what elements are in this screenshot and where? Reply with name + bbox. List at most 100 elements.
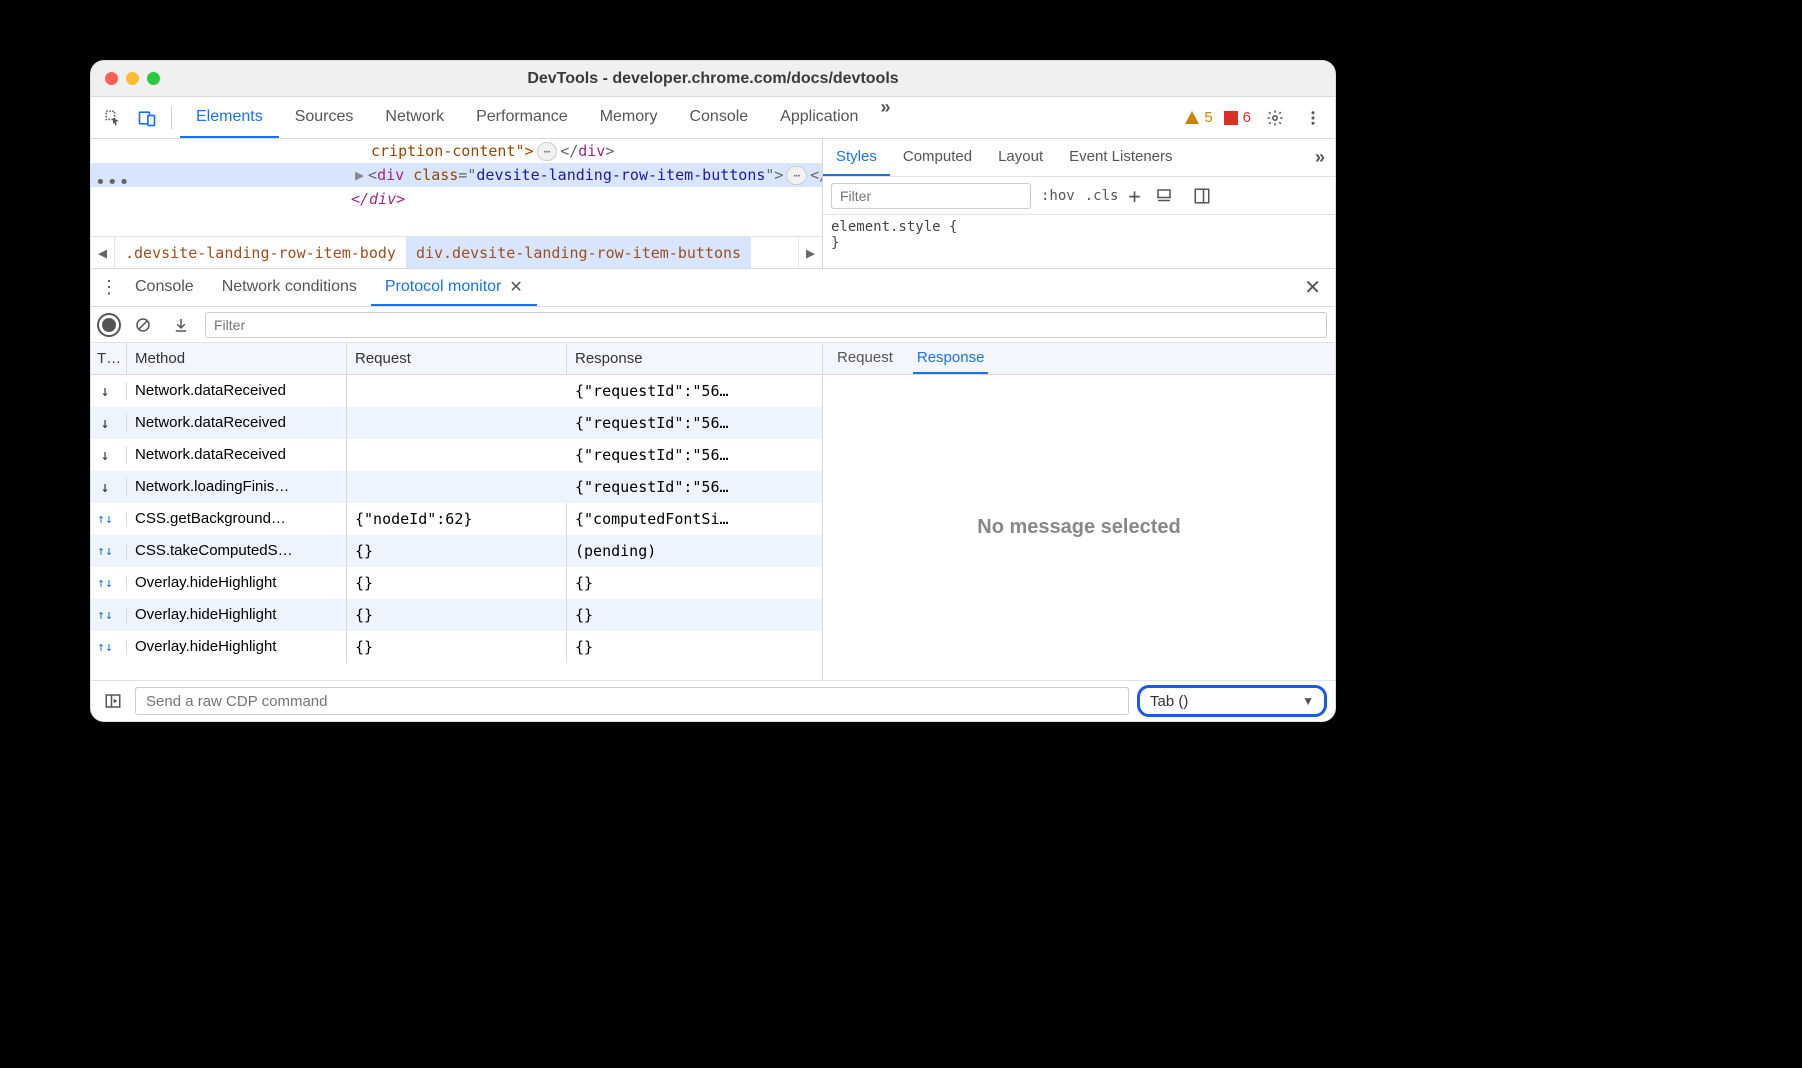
cell-response: (pending): [567, 535, 822, 567]
close-drawer-icon[interactable]: ✕: [1296, 275, 1329, 300]
drawer-more-icon[interactable]: ⋮: [97, 277, 121, 298]
expand-ellipsis-icon[interactable]: ⋯: [537, 142, 558, 162]
titlebar: DevTools - developer.chrome.com/docs/dev…: [91, 61, 1335, 97]
inspect-element-icon[interactable]: [99, 104, 127, 132]
dom-node[interactable]: cription-content">⋯</div>: [91, 139, 822, 163]
dom-node-selected[interactable]: ▶<div class="devsite-landing-row-item-bu…: [91, 163, 822, 187]
dom-tree-panel: ••• cription-content">⋯</div> ▶<div clas…: [91, 139, 823, 268]
warnings-badge[interactable]: 5: [1184, 109, 1212, 126]
table-row[interactable]: ↓ Network.dataReceived {"requestId":"56…: [91, 439, 822, 471]
side-tab-response[interactable]: Response: [913, 343, 989, 374]
cdp-command-input[interactable]: [135, 687, 1129, 715]
new-style-rule-icon[interactable]: +: [1128, 184, 1140, 208]
breadcrumb-item-selected[interactable]: div.devsite-landing-row-item-buttons: [406, 237, 751, 268]
table-row[interactable]: ↑↓Overlay.hideHighlight{}{}: [91, 567, 822, 599]
cell-request: {}: [347, 631, 567, 663]
col-header-type[interactable]: T…: [91, 343, 127, 374]
hov-toggle[interactable]: :hov: [1041, 188, 1075, 204]
cell-request: {}: [347, 599, 567, 631]
warning-icon: [1184, 110, 1200, 126]
more-tabs-icon[interactable]: »: [1309, 147, 1331, 168]
expand-ellipsis-icon[interactable]: ⋯: [786, 166, 807, 186]
tab-layout[interactable]: Layout: [985, 139, 1056, 176]
cell-method: Overlay.hideHighlight: [127, 567, 347, 599]
save-icon[interactable]: [167, 311, 195, 339]
table-row[interactable]: ↓ Network.loadingFinis… {"requestId":"56…: [91, 471, 822, 503]
tab-application[interactable]: Application: [764, 97, 874, 138]
flexbox-editor-icon[interactable]: [1150, 182, 1178, 210]
more-tabs-icon[interactable]: »: [874, 97, 896, 138]
tab-computed[interactable]: Computed: [890, 139, 985, 176]
panel-toggle-icon[interactable]: [99, 687, 127, 715]
expand-triangle-icon[interactable]: ▶: [355, 166, 364, 184]
cell-response: {"requestId":"56…: [567, 407, 822, 439]
table-row[interactable]: ↑↓Overlay.hideHighlight{}{}: [91, 599, 822, 631]
cell-method: Network.loadingFinis…: [127, 471, 347, 503]
protocol-monitor-body: T… Method Request Response ↓ Network.data…: [91, 343, 1335, 681]
table-header: T… Method Request Response: [91, 343, 822, 375]
minimize-window-button[interactable]: [126, 72, 139, 85]
tab-memory[interactable]: Memory: [584, 97, 674, 138]
tab-event-listeners[interactable]: Event Listeners: [1056, 139, 1185, 176]
window-title: DevTools - developer.chrome.com/docs/dev…: [91, 70, 1335, 88]
close-window-button[interactable]: [105, 72, 118, 85]
breadcrumb-scroll-right-icon[interactable]: ▶: [798, 237, 822, 268]
incoming-arrow-icon: ↓: [97, 478, 113, 496]
table-row[interactable]: ↓Network.dataReceived{"requestId":"56…: [91, 407, 822, 439]
dom-tree[interactable]: ••• cription-content">⋯</div> ▶<div clas…: [91, 139, 822, 236]
target-select[interactable]: Tab () ▼: [1137, 685, 1327, 717]
breadcrumb-scroll-left-icon[interactable]: ◀: [91, 237, 115, 268]
incoming-arrow-icon: ↓: [97, 414, 113, 432]
close-tab-icon[interactable]: ✕: [509, 277, 522, 297]
cell-method: Overlay.hideHighlight: [127, 599, 347, 631]
target-select-value: Tab (): [1150, 693, 1188, 710]
styles-tabs: Styles Computed Layout Event Listeners »: [823, 139, 1335, 177]
cell-response: {"requestId":"56…: [567, 471, 822, 503]
tab-elements[interactable]: Elements: [180, 97, 279, 138]
col-header-request[interactable]: Request: [347, 343, 567, 374]
tab-console[interactable]: Console: [673, 97, 764, 138]
protocol-filter-input[interactable]: [205, 312, 1327, 338]
cls-toggle[interactable]: .cls: [1085, 188, 1119, 204]
drawer-tab-console[interactable]: Console: [121, 269, 208, 306]
overflow-indicator-icon: •••: [95, 169, 131, 198]
tab-performance[interactable]: Performance: [460, 97, 584, 138]
more-options-icon[interactable]: [1299, 104, 1327, 132]
styles-filter-input[interactable]: [831, 183, 1031, 209]
tab-network[interactable]: Network: [369, 97, 460, 138]
drawer-tab-network-conditions[interactable]: Network conditions: [208, 269, 371, 306]
traffic-lights: [105, 72, 160, 85]
breadcrumb: ◀ .devsite-landing-row-item-body div.dev…: [91, 236, 822, 268]
styles-panel: Styles Computed Layout Event Listeners »…: [823, 139, 1335, 268]
maximize-window-button[interactable]: [147, 72, 160, 85]
table-row[interactable]: ↑↓Overlay.hideHighlight{}{}: [91, 631, 822, 663]
col-header-response[interactable]: Response: [567, 343, 822, 374]
table-row[interactable]: ↑↓CSS.getBackground…{"nodeId":62}{"compu…: [91, 503, 822, 535]
cell-response: {}: [567, 631, 822, 663]
dom-node[interactable]: </div>: [91, 187, 822, 211]
tab-styles[interactable]: Styles: [823, 139, 890, 176]
bidirectional-arrow-icon: ↑↓: [97, 608, 113, 623]
table-row[interactable]: ↓Network.dataReceived{"requestId":"56…: [91, 375, 822, 407]
record-button[interactable]: [99, 315, 119, 335]
computed-sidebar-icon[interactable]: [1188, 182, 1216, 210]
cell-response: {"requestId":"56…: [567, 439, 822, 471]
cell-method: Network.dataReceived: [127, 439, 347, 471]
side-tab-request[interactable]: Request: [833, 343, 897, 374]
styles-body[interactable]: element.style { }: [823, 215, 1335, 268]
incoming-arrow-icon: ↓: [97, 446, 113, 464]
cell-response: {"requestId":"56…: [567, 375, 822, 407]
clear-icon[interactable]: [129, 311, 157, 339]
settings-icon[interactable]: [1261, 104, 1289, 132]
side-placeholder: No message selected: [823, 375, 1335, 680]
cell-request: {}: [347, 567, 567, 599]
col-header-method[interactable]: Method: [127, 343, 347, 374]
device-toolbar-icon[interactable]: [133, 104, 161, 132]
cell-method: CSS.takeComputedS…: [127, 535, 347, 567]
cell-request: {}: [347, 535, 567, 567]
tab-sources[interactable]: Sources: [279, 97, 370, 138]
errors-badge[interactable]: 6: [1223, 109, 1251, 126]
drawer-tab-protocol-monitor[interactable]: Protocol monitor ✕: [371, 269, 537, 306]
table-row[interactable]: ↑↓CSS.takeComputedS…{}(pending): [91, 535, 822, 567]
breadcrumb-item[interactable]: .devsite-landing-row-item-body: [115, 237, 406, 268]
